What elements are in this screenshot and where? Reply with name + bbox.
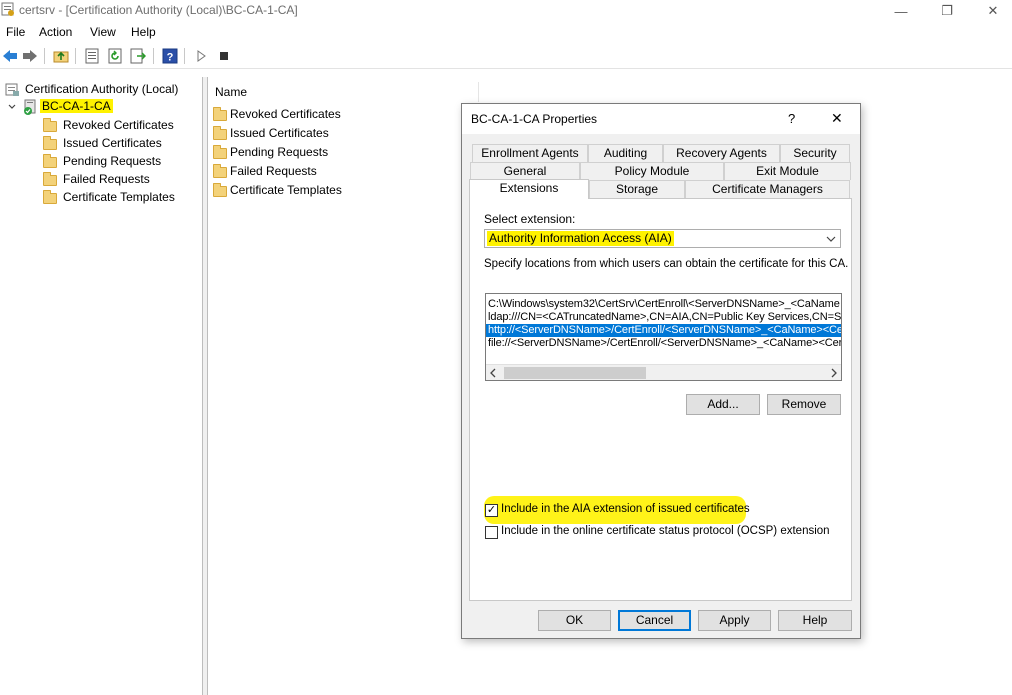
pane-splitter[interactable] bbox=[203, 77, 208, 695]
help-button[interactable]: Help bbox=[778, 610, 852, 631]
toolbar: ? bbox=[0, 43, 1012, 69]
cancel-button[interactable]: Cancel bbox=[618, 610, 691, 631]
chevron-down-icon[interactable] bbox=[7, 102, 17, 112]
select-extension-label: Select extension: bbox=[484, 212, 576, 226]
chevron-down-icon bbox=[826, 236, 836, 242]
toolbar-separator bbox=[75, 48, 76, 64]
aia-include-label: Include in the AIA extension of issued c… bbox=[501, 503, 750, 515]
svg-text:?: ? bbox=[167, 52, 174, 64]
dialog-title: BC-CA-1-CA Properties bbox=[471, 112, 598, 126]
list-item[interactable]: Certificate Templates bbox=[230, 183, 342, 197]
tab-exit-module[interactable]: Exit Module bbox=[724, 162, 851, 180]
folder-icon bbox=[213, 126, 227, 140]
tab-general[interactable]: General bbox=[470, 162, 580, 180]
location-row[interactable]: file://<ServerDNSName>/CertEnroll/<Serve… bbox=[488, 337, 841, 350]
list-item[interactable]: Revoked Certificates bbox=[230, 107, 341, 121]
location-row-selected[interactable]: http://<ServerDNSName>/CertEnroll/<Serve… bbox=[486, 324, 841, 337]
extension-select[interactable]: Authority Information Access (AIA) bbox=[484, 229, 841, 248]
tree-item-issued[interactable]: Issued Certificates bbox=[63, 136, 162, 150]
extension-description: Specify locations from which users can o… bbox=[484, 258, 849, 270]
folder-icon bbox=[213, 183, 227, 197]
tree-item-failed[interactable]: Failed Requests bbox=[63, 172, 150, 186]
toolbar-separator bbox=[153, 48, 154, 64]
remove-location-button[interactable]: Remove bbox=[767, 394, 841, 415]
tree-root-label[interactable]: Certification Authority (Local) bbox=[25, 82, 178, 96]
scroll-left-icon[interactable] bbox=[489, 368, 498, 378]
folder-icon bbox=[213, 164, 227, 178]
properties-dialog: BC-CA-1-CA Properties ? ✕ Enrollment Age… bbox=[461, 103, 861, 639]
folder-icon bbox=[43, 172, 57, 186]
location-row[interactable]: C:\Windows\system32\CertSrv\CertEnroll\<… bbox=[488, 298, 840, 311]
scrollbar-thumb[interactable] bbox=[504, 367, 646, 379]
tree-item-templates[interactable]: Certificate Templates bbox=[63, 190, 175, 204]
toolbar-separator bbox=[184, 48, 185, 64]
help-icon[interactable]: ? bbox=[162, 48, 178, 64]
tab-security[interactable]: Security bbox=[780, 144, 850, 162]
up-folder-icon[interactable] bbox=[53, 48, 69, 64]
list-item[interactable]: Issued Certificates bbox=[230, 126, 329, 140]
tab-storage[interactable]: Storage bbox=[589, 180, 685, 198]
menu-help[interactable]: Help bbox=[131, 25, 156, 39]
start-service-icon[interactable] bbox=[193, 48, 209, 64]
certsrv-app-icon bbox=[1, 2, 14, 16]
restore-button[interactable]: ❐ bbox=[924, 0, 970, 22]
dialog-titlebar[interactable]: BC-CA-1-CA Properties ? ✕ bbox=[462, 104, 860, 134]
list-item[interactable]: Failed Requests bbox=[230, 164, 317, 178]
aia-include-checkbox[interactable]: ✓ bbox=[485, 504, 498, 517]
close-window-button[interactable]: ✕ bbox=[970, 0, 1012, 22]
menu-file[interactable]: File bbox=[6, 25, 25, 39]
ocsp-include-checkbox[interactable] bbox=[485, 526, 498, 539]
location-row[interactable]: ldap:///CN=<CATruncatedName>,CN=AIA,CN=P… bbox=[488, 311, 841, 324]
ok-button[interactable]: OK bbox=[538, 610, 611, 631]
column-header-name[interactable]: Name bbox=[209, 82, 479, 102]
folder-icon bbox=[213, 107, 227, 121]
window-title: certsrv - [Certification Authority (Loca… bbox=[19, 3, 298, 17]
tab-auditing[interactable]: Auditing bbox=[588, 144, 663, 162]
dialog-help-button[interactable]: ? bbox=[788, 111, 795, 126]
column-header-label: Name bbox=[215, 85, 248, 99]
tree-ca-node[interactable]: BC-CA-1-CA bbox=[40, 97, 113, 115]
apply-button[interactable]: Apply bbox=[698, 610, 771, 631]
tab-enrollment-agents[interactable]: Enrollment Agents bbox=[472, 144, 588, 162]
folder-icon bbox=[43, 136, 57, 150]
forward-icon[interactable] bbox=[22, 48, 38, 64]
properties-icon[interactable] bbox=[84, 48, 100, 64]
export-list-icon[interactable] bbox=[130, 48, 146, 64]
certification-authority-icon bbox=[5, 83, 19, 96]
folder-icon bbox=[43, 154, 57, 168]
location-list[interactable]: C:\Windows\system32\CertSrv\CertEnroll\<… bbox=[485, 293, 842, 381]
horizontal-scrollbar[interactable] bbox=[486, 364, 841, 380]
ocsp-include-label: Include in the online certificate status… bbox=[501, 525, 830, 537]
menu-action[interactable]: Action bbox=[39, 25, 72, 39]
extensions-tab-panel: Select extension: Authority Information … bbox=[469, 198, 852, 601]
tab-certificate-managers[interactable]: Certificate Managers bbox=[685, 180, 850, 198]
stop-service-icon[interactable] bbox=[216, 48, 232, 64]
extension-select-value: Authority Information Access (AIA) bbox=[487, 231, 674, 246]
tab-recovery-agents[interactable]: Recovery Agents bbox=[663, 144, 780, 162]
scroll-right-icon[interactable] bbox=[829, 368, 838, 378]
tree-item-revoked[interactable]: Revoked Certificates bbox=[63, 118, 174, 132]
toolbar-separator bbox=[44, 48, 45, 64]
add-location-button[interactable]: Add... bbox=[686, 394, 760, 415]
refresh-icon[interactable] bbox=[107, 48, 123, 64]
dialog-close-button[interactable]: ✕ bbox=[831, 110, 843, 127]
tab-policy-module[interactable]: Policy Module bbox=[580, 162, 724, 180]
minimize-button[interactable]: — bbox=[878, 0, 924, 22]
window-titlebar: certsrv - [Certification Authority (Loca… bbox=[0, 0, 1012, 22]
menu-bar: File Action View Help bbox=[0, 22, 1012, 42]
folder-icon bbox=[43, 190, 57, 204]
folder-icon bbox=[213, 145, 227, 159]
folder-icon bbox=[43, 118, 57, 132]
list-item[interactable]: Pending Requests bbox=[230, 145, 328, 159]
ca-server-icon bbox=[24, 99, 36, 115]
console-tree-pane bbox=[0, 77, 203, 695]
menu-view[interactable]: View bbox=[90, 25, 116, 39]
tree-item-pending[interactable]: Pending Requests bbox=[63, 154, 161, 168]
tab-extensions[interactable]: Extensions bbox=[469, 179, 589, 199]
back-icon[interactable] bbox=[2, 48, 18, 64]
ca-node-label: BC-CA-1-CA bbox=[40, 99, 113, 113]
